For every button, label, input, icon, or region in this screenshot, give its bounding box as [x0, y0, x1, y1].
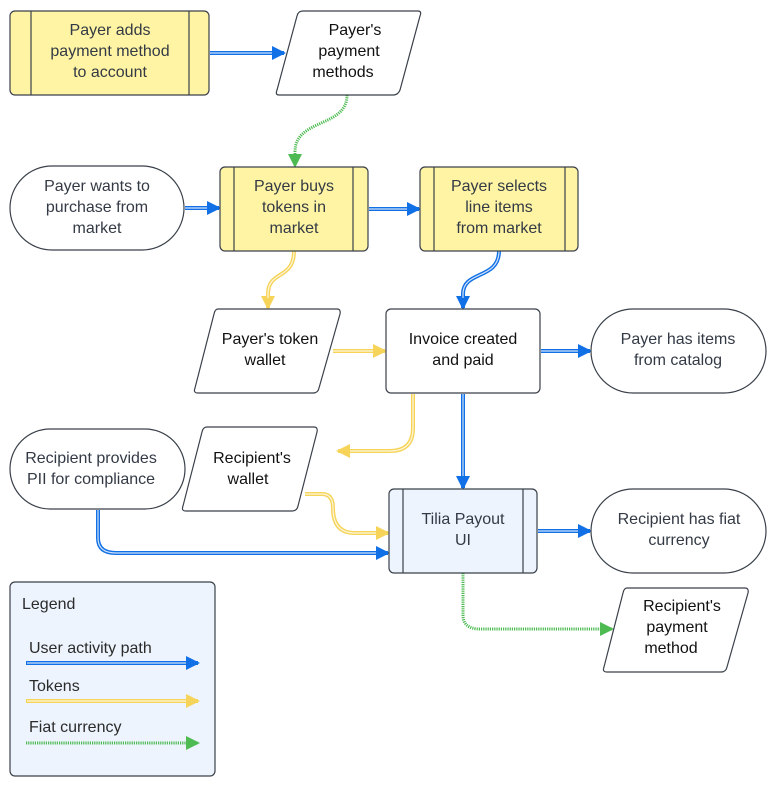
node-label: Tilia Payout — [422, 511, 506, 528]
node-label: purchase from — [46, 199, 148, 216]
legend: Legend User activity path Tokens Fiat cu… — [9, 581, 216, 777]
node-payer-has-items[interactable]: Payer has items from catalog — [590, 308, 767, 394]
node-payer-token-wallet[interactable]: Payer's token wallet — [193, 308, 341, 394]
node-label: payment — [646, 619, 708, 636]
edge-recipient-wallet-to-tilia-payout — [305, 492, 390, 540]
node-payer-adds-payment-method[interactable]: Payer adds payment method to account — [9, 10, 210, 96]
node-label: wallet — [227, 471, 269, 488]
legend-title: Legend — [22, 596, 75, 613]
node-label: Payer selects — [451, 178, 547, 195]
node-label: Payer adds — [70, 22, 151, 39]
node-invoice-created-and-paid[interactable]: Invoice created and paid — [385, 308, 541, 394]
node-label: methods — [312, 64, 373, 81]
edge-tilia-payout-to-recipient-payment-method — [461, 573, 614, 636]
edge-invoice-to-recipient-wallet — [336, 394, 415, 458]
node-label: currency — [648, 532, 709, 549]
node-label: payment method — [50, 43, 169, 60]
edge-buys-tokens-to-token-wallet — [261, 250, 296, 310]
node-payer-selects-line-items[interactable]: Payer selects line items from market — [419, 166, 579, 252]
node-recipient-wallet[interactable]: Recipient's wallet — [181, 426, 318, 512]
node-label: Payer has items — [621, 331, 736, 348]
edge-selects-items-to-invoice — [456, 250, 501, 310]
node-label: wallet — [244, 352, 286, 369]
edge-payment-methods-to-buys-tokens — [288, 94, 349, 168]
node-label: tokens in — [262, 199, 326, 216]
node-label: Invoice created — [409, 331, 518, 348]
node-label: UI — [455, 532, 471, 549]
node-label: PII for compliance — [27, 471, 155, 488]
node-tilia-payout-ui[interactable]: Tilia Payout UI — [388, 488, 538, 574]
flow-diagram: Payer adds payment method to account Pay… — [9, 10, 767, 777]
node-label: payment — [318, 43, 380, 60]
node-label: Payer wants to — [44, 178, 150, 195]
node-label: line items — [465, 199, 533, 216]
node-label: from catalog — [634, 352, 722, 369]
node-label: and paid — [432, 352, 493, 369]
node-payer-wants-to-purchase[interactable]: Payer wants to purchase from market — [9, 165, 185, 251]
node-label: Payer's token — [222, 331, 318, 348]
node-label: method — [644, 640, 697, 657]
node-label: market — [270, 220, 319, 237]
legend-label: Tokens — [29, 678, 80, 695]
node-payer-buys-tokens[interactable]: Payer buys tokens in market — [219, 166, 369, 252]
node-label: Payer buys — [254, 178, 334, 195]
legend-label: User activity path — [29, 640, 152, 657]
node-payer-payment-methods[interactable]: Payer's payment methods — [275, 10, 422, 96]
node-label: Recipient provides — [25, 450, 157, 467]
node-label: Recipient's — [643, 598, 721, 615]
node-label: to account — [73, 64, 147, 81]
node-label: Recipient's — [213, 450, 291, 467]
node-label: from market — [456, 220, 542, 237]
node-label: Payer's — [329, 22, 382, 39]
node-recipient-has-fiat[interactable]: Recipient has fiat currency — [590, 488, 767, 574]
node-label: market — [73, 220, 122, 237]
node-label: Recipient has fiat — [618, 511, 741, 528]
node-recipient-payment-method[interactable]: Recipient's payment method — [602, 587, 749, 673]
node-recipient-provides-pii[interactable]: Recipient provides PII for compliance — [9, 428, 186, 510]
legend-label: Fiat currency — [29, 719, 121, 736]
